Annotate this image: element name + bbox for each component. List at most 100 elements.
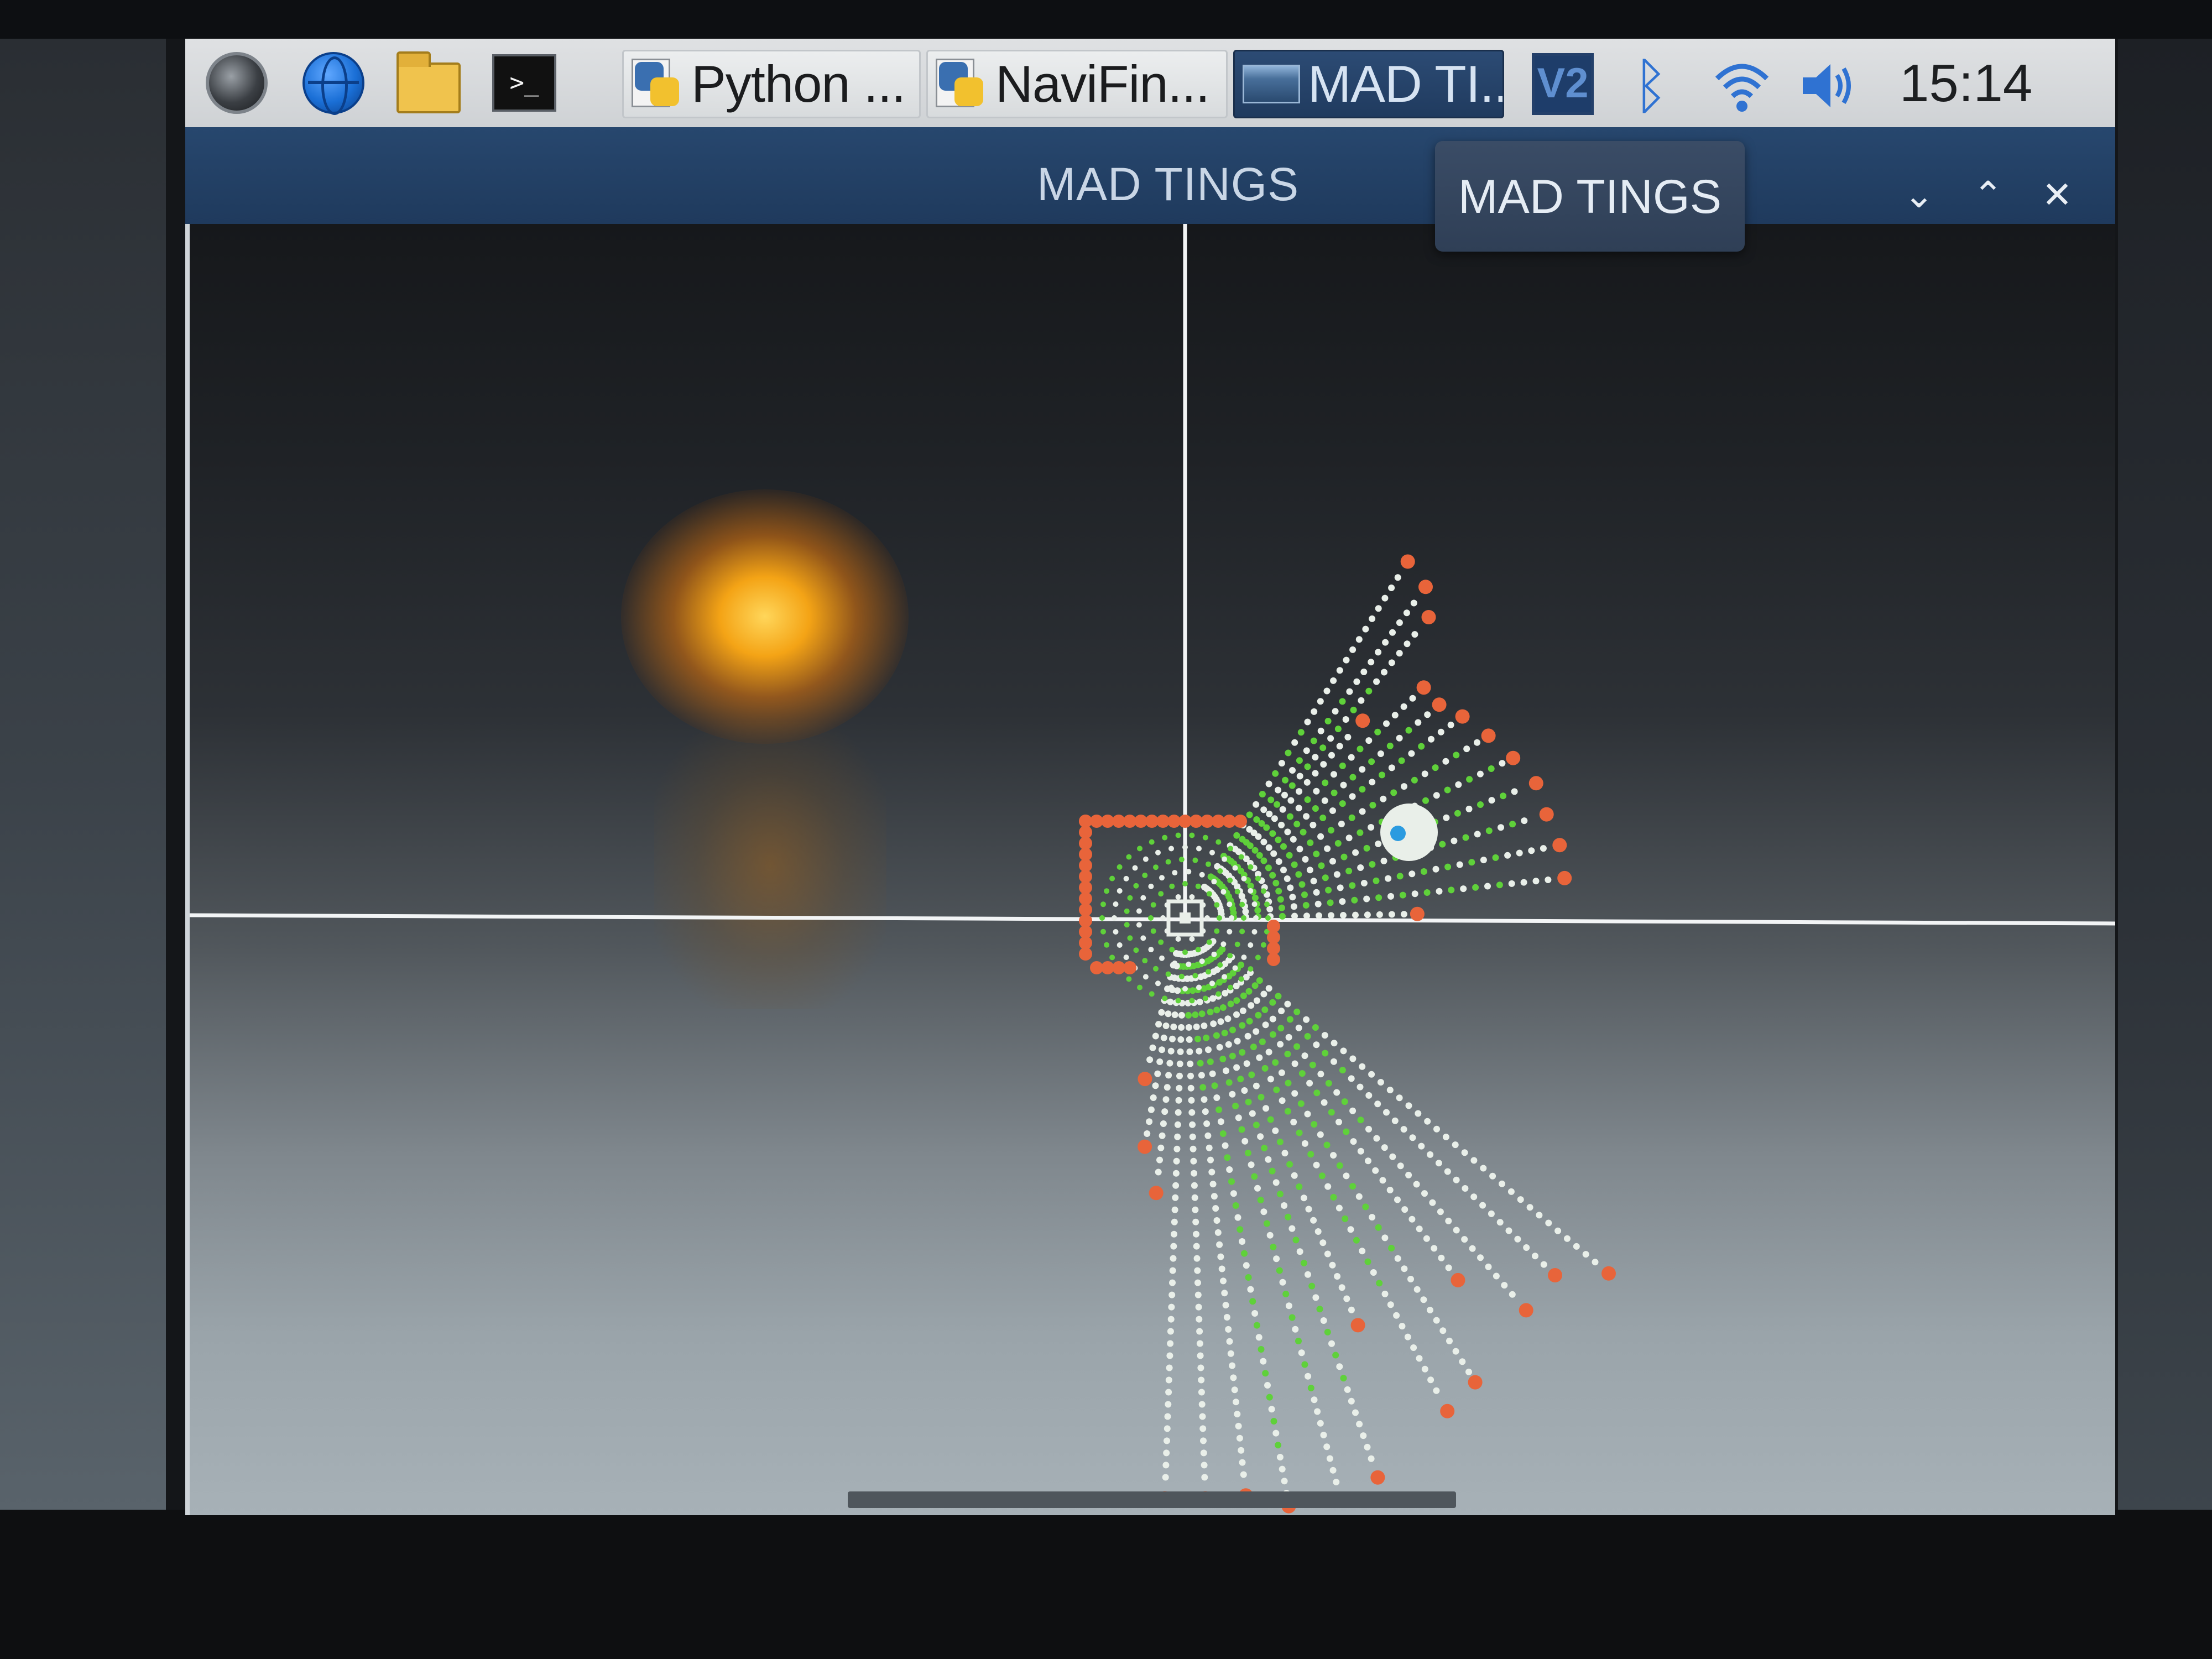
scan-ray-dot [1236,1434,1243,1442]
free-space-dot [1301,891,1308,898]
scan-ray-dot [1191,1170,1198,1177]
free-space-dot [1339,762,1346,769]
scan-ray-dot [1359,1248,1366,1255]
scan-ray-dot [1262,1021,1269,1029]
raspberry-menu-icon[interactable] [205,51,269,115]
scan-ray-dot [1365,737,1373,744]
near-field-ring-dot [1186,961,1192,967]
near-field-ring-dot [1241,875,1247,881]
near-field-ring-dot [1136,908,1142,914]
close-button[interactable]: ✕ [2038,176,2077,215]
scan-ray-dot [1273,1255,1280,1262]
vnc-icon[interactable]: V2 [1532,53,1594,115]
near-field-ring-dot [1169,883,1175,889]
volume-icon[interactable] [1797,55,1858,116]
near-field-ring-dot [1206,939,1212,945]
near-field-ring-dot [1217,915,1222,921]
free-space-dot [1422,797,1429,804]
scan-ray-dot [1312,1294,1319,1301]
free-space-dot [1364,1258,1371,1265]
near-field-ring-dot [1169,947,1175,953]
free-space-dot [1274,801,1281,808]
scan-ray-dot [1396,734,1403,742]
scan-ray-dot [1223,1067,1229,1074]
scan-ray-dot [1328,912,1334,919]
scan-ray-dot [1421,1190,1428,1197]
scan-ray-dot [1400,911,1407,918]
taskbar-task-python[interactable]: Python ... [622,50,921,118]
scan-ray-dot [1314,900,1322,907]
scan-ray-dot [1235,1422,1242,1430]
scan-ray-dot [1255,1334,1262,1341]
free-space-dot [1318,862,1325,869]
maximize-button[interactable]: ⌃ [1969,176,2007,215]
free-space-dot [1259,791,1266,798]
near-field-ring-dot [1209,849,1215,855]
near-field-ring-dot [1150,902,1156,908]
taskbar-task-mad-tings[interactable]: MAD TI... [1233,50,1504,118]
scan-ray-dot [1209,1181,1217,1188]
scan-ray-dot [1489,1172,1496,1180]
free-space-dot [1318,1172,1326,1180]
scan-ray-dot [1265,780,1272,787]
scan-ray-dot [1160,1034,1167,1041]
taskbar-task-navifinder[interactable]: NaviFin... [926,50,1228,118]
scan-ray-dot [1339,898,1346,905]
near-field-ring-dot [1148,915,1154,921]
scan-ray-dot [1423,1235,1430,1242]
free-space-dot [1288,782,1296,789]
scan-ray-dot [1314,1408,1321,1415]
taskbar-clock[interactable]: 15:14 [1900,53,2032,114]
free-space-dot [1423,889,1431,896]
free-space-dot [1285,1213,1292,1220]
wifi-icon[interactable] [1712,54,1772,115]
free-space-dot [1266,1394,1273,1401]
scan-ray-dot [1381,1234,1389,1241]
scan-ray-dot [1202,1108,1209,1115]
free-space-dot [1261,1145,1268,1151]
free-space-dot [1307,1151,1314,1158]
free-space-dot [1319,744,1327,752]
horizontal-scrollbar[interactable] [848,1491,1456,1508]
scan-ray-dot [1187,1084,1194,1092]
scan-ray-dot [1368,659,1375,666]
bluetooth-icon[interactable]: ᛒ [1626,55,1676,116]
scan-ray-dot [1375,605,1382,612]
scan-ray-dot [1166,1364,1173,1371]
terminal-icon[interactable]: >_ [492,51,556,115]
scan-ray-dot [1355,1193,1363,1200]
scan-ray-dot [1446,1337,1453,1344]
scan-ray-dot [1508,880,1515,887]
scan-ray-dot [1388,764,1395,771]
near-field-ring-dot [1168,984,1174,990]
scan-ray-dot [1364,1443,1371,1451]
scan-ray-dot [1289,767,1296,774]
near-field-ring-dot [1112,915,1117,921]
free-space-dot [1240,992,1247,999]
scan-ray-dot [1447,721,1454,728]
scan-ray-dot [1316,912,1322,919]
scan-ray-dot [1278,1008,1285,1015]
scan-ray-dot [1238,1447,1245,1454]
near-field-ring-dot [1206,969,1211,975]
scan-ray-dot [1278,821,1285,828]
near-field-ring-dot [1234,941,1240,947]
scan-ray-dot [1516,849,1523,857]
scan-ray-dot [1343,656,1350,664]
free-space-dot [1238,1126,1245,1133]
scan-ray-dot [1170,1243,1177,1250]
scan-ray-dot [1438,1254,1445,1261]
scan-ray-dot [1332,708,1339,715]
scan-ray-dot [1177,1036,1185,1043]
minimize-button[interactable]: ⌄ [1900,176,1938,215]
free-space-dot [1232,1202,1239,1209]
window-titlebar[interactable]: MAD TINGS ⌄ ⌃ ✕ [185,127,2115,224]
detected-target-center [1390,826,1406,841]
scan-ray-dot [1146,1056,1154,1063]
scan-ray-dot [1281,1150,1288,1157]
lidar-canvas[interactable] [185,224,2115,1515]
near-field-ring-dot [1192,973,1198,979]
scan-ray-dot [1357,864,1364,871]
file-manager-icon[interactable] [397,51,461,115]
web-browser-icon[interactable] [301,51,366,115]
